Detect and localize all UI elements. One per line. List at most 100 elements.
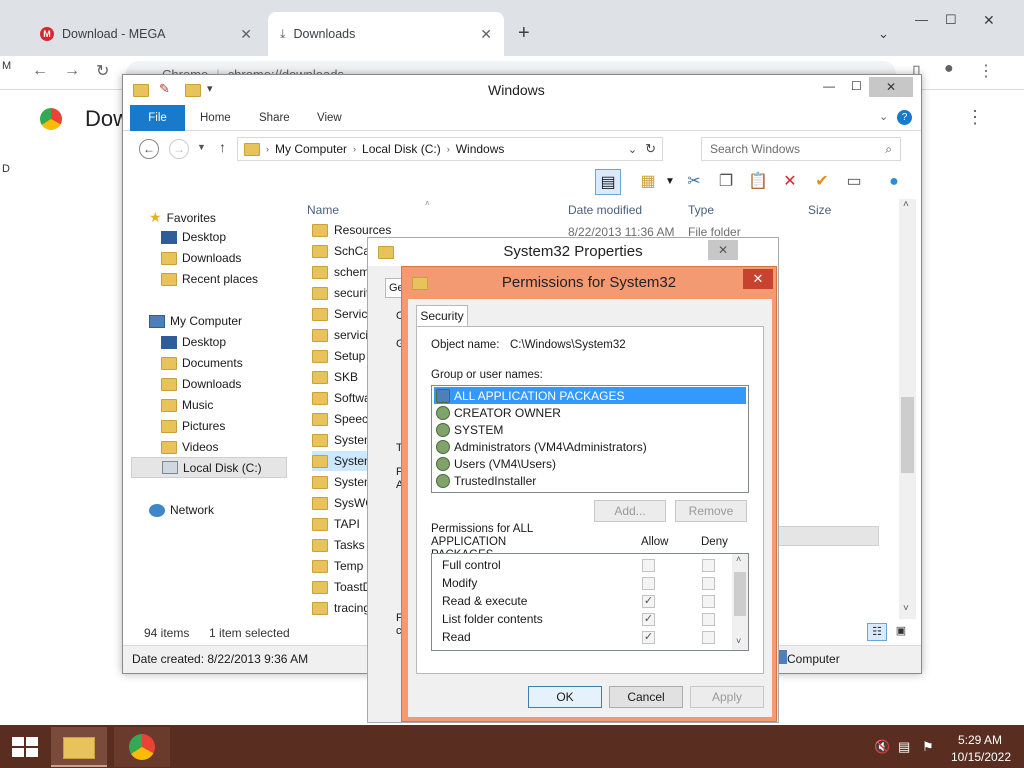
deny-checkbox[interactable] bbox=[702, 631, 715, 644]
nav-item-local-disk[interactable]: Local Disk (C:) bbox=[131, 457, 287, 478]
reload-icon[interactable]: ↻ bbox=[96, 61, 109, 81]
breadcrumb-my-computer[interactable]: My Computer bbox=[275, 142, 347, 156]
list-item[interactable]: servicin bbox=[312, 325, 375, 345]
taskbar-explorer-button[interactable] bbox=[51, 727, 107, 767]
nav-item-pictures[interactable]: Pictures bbox=[161, 419, 225, 433]
tab-search-icon[interactable]: ⌄ bbox=[878, 26, 889, 42]
allow-checkbox[interactable] bbox=[642, 559, 655, 572]
nav-item-downloads[interactable]: Downloads bbox=[161, 251, 241, 265]
back-icon[interactable]: ← bbox=[32, 62, 48, 80]
tab-home[interactable]: Home bbox=[200, 105, 231, 131]
details-view-icon[interactable]: ☷ bbox=[867, 623, 887, 641]
copy-icon[interactable]: ❐ bbox=[713, 169, 739, 195]
list-item[interactable]: SKB bbox=[312, 367, 358, 387]
large-icons-view-icon[interactable]: ▣ bbox=[891, 623, 911, 641]
deny-checkbox[interactable] bbox=[702, 559, 715, 572]
list-item[interactable]: System bbox=[312, 451, 375, 471]
properties-icon[interactable]: ✎ bbox=[159, 81, 170, 97]
globe-icon[interactable]: ● bbox=[881, 169, 907, 195]
nav-item-desktop[interactable]: Desktop bbox=[161, 335, 226, 349]
breadcrumb-local-disk[interactable]: Local Disk (C:) bbox=[362, 142, 441, 156]
deny-checkbox[interactable] bbox=[702, 595, 715, 608]
maximize-button[interactable]: ☐ bbox=[851, 79, 862, 93]
apply-button[interactable]: Apply bbox=[690, 686, 764, 708]
scroll-down-icon[interactable]: ˅ bbox=[903, 603, 909, 614]
column-type[interactable]: Type bbox=[688, 203, 714, 217]
list-item[interactable]: Softwar bbox=[312, 388, 375, 408]
forward-icon[interactable]: → bbox=[64, 62, 80, 80]
refresh-icon[interactable]: ↻ bbox=[645, 141, 656, 157]
permissions-list[interactable]: Full control Modify Read & execute ✓ List… bbox=[431, 553, 749, 651]
breadcrumb-windows[interactable]: Windows bbox=[456, 142, 505, 156]
expand-ribbon-icon[interactable]: ⌄ bbox=[879, 110, 888, 123]
clock-date[interactable]: 10/15/2022 bbox=[950, 750, 1012, 764]
list-item[interactable]: System bbox=[312, 472, 374, 492]
delete-icon[interactable]: ✕ bbox=[777, 169, 803, 195]
rename-icon[interactable]: ▭ bbox=[841, 169, 867, 195]
list-item[interactable]: CREATOR OWNER bbox=[434, 404, 746, 421]
scroll-up-icon[interactable]: ˄ bbox=[903, 199, 909, 210]
allow-checkbox[interactable]: ✓ bbox=[642, 595, 655, 608]
address-bar[interactable]: › My Computer › Local Disk (C:) › Window… bbox=[237, 137, 663, 161]
nav-item-recent-places[interactable]: Recent places bbox=[161, 272, 258, 286]
customize-qat-icon[interactable]: ▾ bbox=[207, 82, 213, 95]
taskbar-chrome-button[interactable] bbox=[114, 727, 170, 767]
list-item[interactable]: tracing bbox=[312, 598, 370, 618]
check-icon[interactable]: ✔ bbox=[809, 169, 835, 195]
minimize-button[interactable]: — bbox=[915, 12, 928, 27]
list-item[interactable]: TAPI bbox=[312, 514, 360, 534]
browser-tab-downloads[interactable]: ⤓ Downloads ✕ bbox=[268, 12, 504, 56]
search-input[interactable]: Search Windows ⌕ bbox=[701, 137, 901, 161]
allow-checkbox[interactable]: ✓ bbox=[642, 613, 655, 626]
scrollbar-thumb[interactable] bbox=[734, 572, 746, 616]
vertical-scrollbar[interactable]: ˄ ˅ bbox=[732, 554, 748, 650]
close-tab-icon[interactable]: ✕ bbox=[480, 26, 492, 43]
network-status-icon[interactable]: ▤ bbox=[898, 739, 910, 755]
action-center-icon[interactable]: ⚑ bbox=[922, 739, 934, 755]
user-list[interactable]: ALL APPLICATION PACKAGES CREATOR OWNER S… bbox=[431, 385, 749, 493]
tab-file[interactable]: File bbox=[130, 105, 185, 131]
list-item[interactable]: SYSTEM bbox=[434, 421, 746, 438]
tab-security[interactable]: Security bbox=[416, 305, 468, 327]
list-item[interactable]: TrustedInstaller bbox=[434, 472, 746, 489]
minimize-button[interactable]: — bbox=[823, 79, 835, 93]
profile-icon[interactable]: ● bbox=[944, 60, 954, 78]
permission-row[interactable]: Modify bbox=[442, 576, 742, 594]
deny-checkbox[interactable] bbox=[702, 577, 715, 590]
column-name[interactable]: Name bbox=[307, 203, 339, 217]
nav-item-music[interactable]: Music bbox=[161, 398, 213, 412]
list-item[interactable]: security bbox=[312, 283, 375, 303]
column-date-modified[interactable]: Date modified bbox=[568, 203, 642, 217]
tab-share[interactable]: Share bbox=[259, 105, 290, 131]
list-item[interactable]: System bbox=[312, 430, 374, 450]
view-dropdown-icon[interactable]: ▼ bbox=[657, 169, 683, 195]
cut-icon[interactable]: ✂ bbox=[681, 169, 707, 195]
menu-icon[interactable]: ⋮ bbox=[978, 61, 994, 81]
ok-button[interactable]: OK bbox=[528, 686, 602, 708]
back-icon[interactable]: ← bbox=[139, 139, 159, 159]
permission-row[interactable]: Read ✓ bbox=[442, 630, 742, 648]
up-icon[interactable]: ↑ bbox=[219, 139, 226, 155]
nav-item-videos[interactable]: Videos bbox=[161, 440, 218, 454]
close-dialog-button[interactable]: ✕ bbox=[743, 269, 773, 289]
permission-row[interactable]: Full control bbox=[442, 558, 742, 576]
new-tab-button[interactable]: + bbox=[518, 22, 530, 45]
permission-row[interactable]: List folder contents ✓ bbox=[442, 612, 742, 630]
preview-pane-icon[interactable]: ▤ bbox=[595, 169, 621, 195]
nav-favorites[interactable]: ★ Favorites bbox=[149, 209, 216, 226]
nav-item-documents[interactable]: Documents bbox=[161, 356, 243, 370]
scrollbar-thumb[interactable] bbox=[901, 397, 914, 473]
vertical-scrollbar[interactable]: ˄ ˅ bbox=[899, 199, 916, 619]
nav-item-downloads[interactable]: Downloads bbox=[161, 377, 241, 391]
permission-row[interactable]: Read & execute ✓ bbox=[442, 594, 742, 612]
nav-my-computer[interactable]: My Computer bbox=[149, 314, 242, 328]
page-menu-icon[interactable]: ⋮ bbox=[966, 107, 984, 128]
list-item[interactable]: Users (VM4\Users) bbox=[434, 455, 746, 472]
scroll-down-icon[interactable]: ˅ bbox=[736, 636, 741, 646]
new-folder-icon[interactable] bbox=[185, 84, 201, 97]
mute-icon[interactable]: 🔇 bbox=[874, 739, 890, 755]
list-item[interactable]: ALL APPLICATION PACKAGES bbox=[434, 387, 746, 404]
allow-checkbox[interactable]: ✓ bbox=[642, 631, 655, 644]
add-button[interactable]: Add... bbox=[594, 500, 666, 522]
forward-icon[interactable]: → bbox=[169, 139, 189, 159]
